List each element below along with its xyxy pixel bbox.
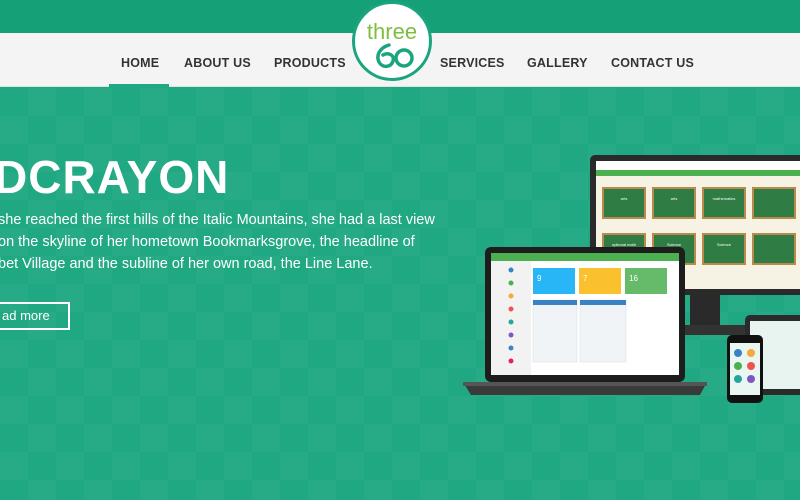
read-more-button[interactable]: ad more [0,302,70,330]
phone-device [727,335,763,403]
nav-products[interactable]: PRODUCTS [274,56,346,70]
laptop-device: 9 7 16 [463,247,707,395]
desktop-tile [652,187,696,219]
nav-gallery[interactable]: GALLERY [527,56,588,70]
desktop-tile-label: mathematics [713,196,736,201]
logo-60-mark [376,43,414,69]
hero-text-line-3: bet Village and the subline of her own r… [0,256,373,272]
nav-about-us[interactable]: ABOUT US [184,56,251,70]
laptop-stat-value: 16 [629,274,638,283]
brand-logo[interactable]: three [352,1,432,81]
desktop-tile [752,187,796,219]
laptop-stat-value: 7 [583,274,588,283]
sidebar-dot [508,358,514,364]
sidebar-dot [508,280,514,286]
desktop-tile-label: Science [667,242,682,247]
nav-home[interactable]: HOME [121,56,159,70]
nav-active-indicator [109,84,169,87]
hero-text-line-2: on the skyline of her hometown Bookmarks… [0,234,415,250]
laptop-stat-value: 9 [537,274,542,283]
desktop-tile-label: arts [671,196,678,201]
desktop-tile [702,233,746,265]
sidebar-dot [508,345,514,351]
desktop-tile [752,233,796,265]
sidebar-dot [508,267,514,273]
desktop-tile-label: optional math [612,242,636,247]
desktop-tile [702,187,746,219]
desktop-tile-label: Science [717,242,732,247]
hero-title: DCRAYON [0,151,230,203]
desktop-tile [602,187,646,219]
hero-text-line-1: she reached the first hills of the Itali… [0,212,435,228]
desktop-tile-label: arts [621,196,628,201]
nav-services[interactable]: SERVICES [440,56,505,70]
sidebar-dot [508,332,514,338]
devices-mockup-image: arts arts mathematics optional math Science S… [463,155,800,403]
sidebar-dot [508,319,514,325]
sidebar-dot [508,306,514,312]
nav-contact-us[interactable]: CONTACT US [611,56,694,70]
sidebar-dot [508,293,514,299]
